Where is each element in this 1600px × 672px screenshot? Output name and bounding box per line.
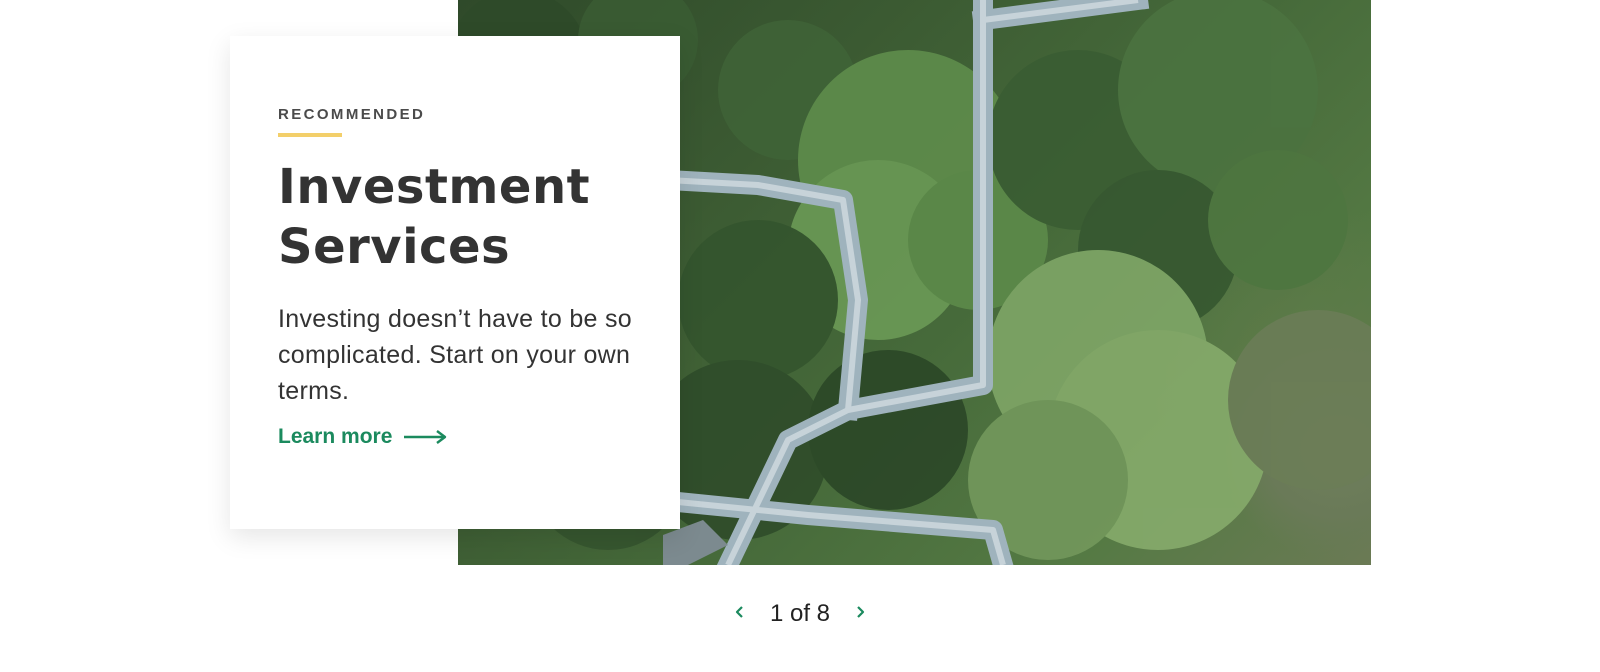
card-description: Investing doesn’t have to be so complica… — [278, 305, 632, 405]
carousel-pager: 1 of 8 — [0, 600, 1600, 628]
chevron-right-icon — [854, 604, 866, 625]
card-title-line-1: Investment — [278, 159, 591, 215]
previous-slide-button[interactable] — [726, 600, 754, 628]
learn-more-link[interactable]: Learn more — [278, 425, 448, 449]
eyebrow-accent-rule — [278, 133, 342, 137]
learn-more-label: Learn more — [278, 425, 393, 448]
promo-card: RECOMMENDED Investment Services Investin… — [230, 36, 680, 529]
chevron-left-icon — [734, 604, 746, 625]
carousel-section: RECOMMENDED Investment Services Investin… — [0, 0, 1600, 672]
slide-counter: 1 of 8 — [769, 600, 831, 627]
arrow-right-icon — [404, 429, 448, 445]
card-eyebrow: RECOMMENDED — [278, 106, 426, 123]
card-title: Investment Services — [278, 157, 632, 277]
card-title-line-2: Services — [278, 219, 511, 275]
next-slide-button[interactable] — [846, 600, 874, 628]
